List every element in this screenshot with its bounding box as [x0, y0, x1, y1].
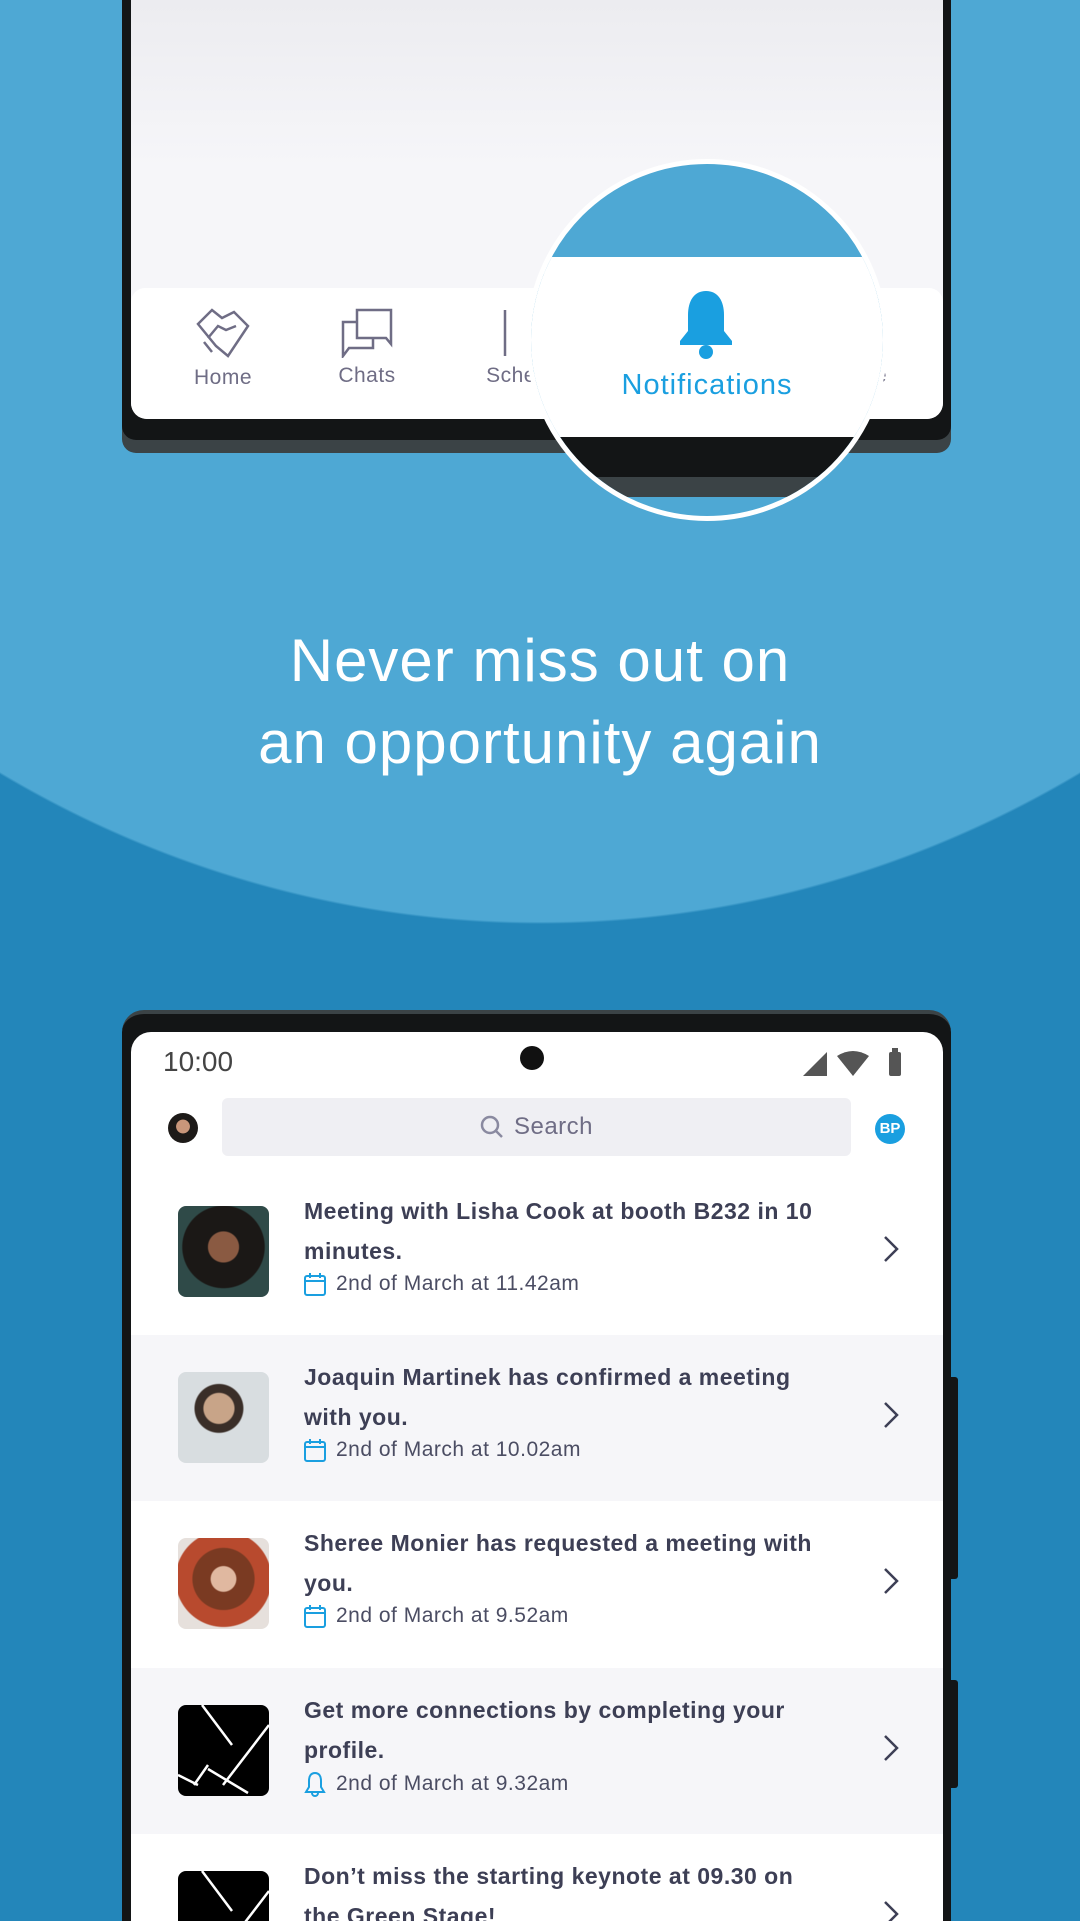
chevron-right-icon[interactable]	[883, 1900, 899, 1921]
handshake-icon	[196, 308, 250, 358]
notification-thumbnail	[178, 1206, 269, 1297]
notifications-screen: 10:00 Search BP Meeting with Lisha Cook …	[131, 1032, 943, 1921]
nav-notifications[interactable]: Notifications	[531, 369, 883, 402]
calendar-icon	[304, 1605, 326, 1628]
chevron-right-icon[interactable]	[883, 1235, 899, 1263]
status-time: 10:00	[163, 1046, 234, 1077]
calendar-icon	[304, 1273, 326, 1296]
search-icon	[480, 1115, 503, 1138]
logo-image	[201, 1871, 269, 1921]
bell-icon	[680, 291, 732, 359]
phone-side-button	[951, 1680, 958, 1788]
camera	[520, 1046, 544, 1070]
notification-title: Joaquin Martinek has confirmed a meeting…	[304, 1364, 791, 1430]
notification-item[interactable]: Get more connections by completing your …	[131, 1668, 943, 1834]
logo-image	[178, 1705, 269, 1795]
phone-side-button	[951, 1377, 958, 1579]
notification-date: 2nd of March at 10.02am	[304, 1438, 581, 1462]
notification-item[interactable]: Meeting with Lisha Cook at booth B232 in…	[131, 1169, 943, 1335]
bell-icon	[304, 1771, 326, 1797]
notification-title: Meeting with Lisha Cook at booth B232 in…	[304, 1198, 813, 1264]
notification-thumbnail	[178, 1538, 269, 1629]
chat-icon	[341, 308, 393, 358]
notification-item[interactable]: Joaquin Martinek has confirmed a meeting…	[131, 1335, 943, 1501]
notification-thumbnail	[178, 1871, 269, 1921]
notification-thumbnail	[178, 1705, 269, 1796]
search-input[interactable]: Search	[222, 1098, 851, 1156]
notification-item[interactable]: Don’t miss the starting keynote at 09.30…	[131, 1834, 943, 1921]
magnifier-notifications: Notifications	[526, 159, 888, 521]
notification-item[interactable]: Sheree Monier has requested a meeting wi…	[131, 1501, 943, 1667]
notification-date: 2nd of March at 11.42am	[304, 1272, 579, 1296]
user-badge[interactable]: BP	[875, 1114, 905, 1144]
notification-title: Get more connections by completing your …	[304, 1697, 785, 1763]
profile-avatar[interactable]	[168, 1113, 198, 1143]
chevron-right-icon[interactable]	[883, 1401, 899, 1429]
notification-date: 2nd of March at 9.32am	[304, 1771, 569, 1797]
nav-chats[interactable]: Chats	[307, 288, 427, 388]
chevron-right-icon[interactable]	[883, 1734, 899, 1762]
status-icons	[803, 1048, 901, 1076]
notification-thumbnail	[178, 1372, 269, 1463]
calendar-icon	[304, 1439, 326, 1462]
notification-date: 2nd of March at 9.52am	[304, 1604, 569, 1628]
headline: Never miss out on an opportunity again	[258, 627, 822, 776]
notification-title: Sheree Monier has requested a meeting wi…	[304, 1530, 812, 1596]
chevron-right-icon[interactable]	[883, 1567, 899, 1595]
notification-title: Don’t miss the starting keynote at 09.30…	[304, 1863, 794, 1921]
nav-home[interactable]: Home	[163, 288, 283, 390]
